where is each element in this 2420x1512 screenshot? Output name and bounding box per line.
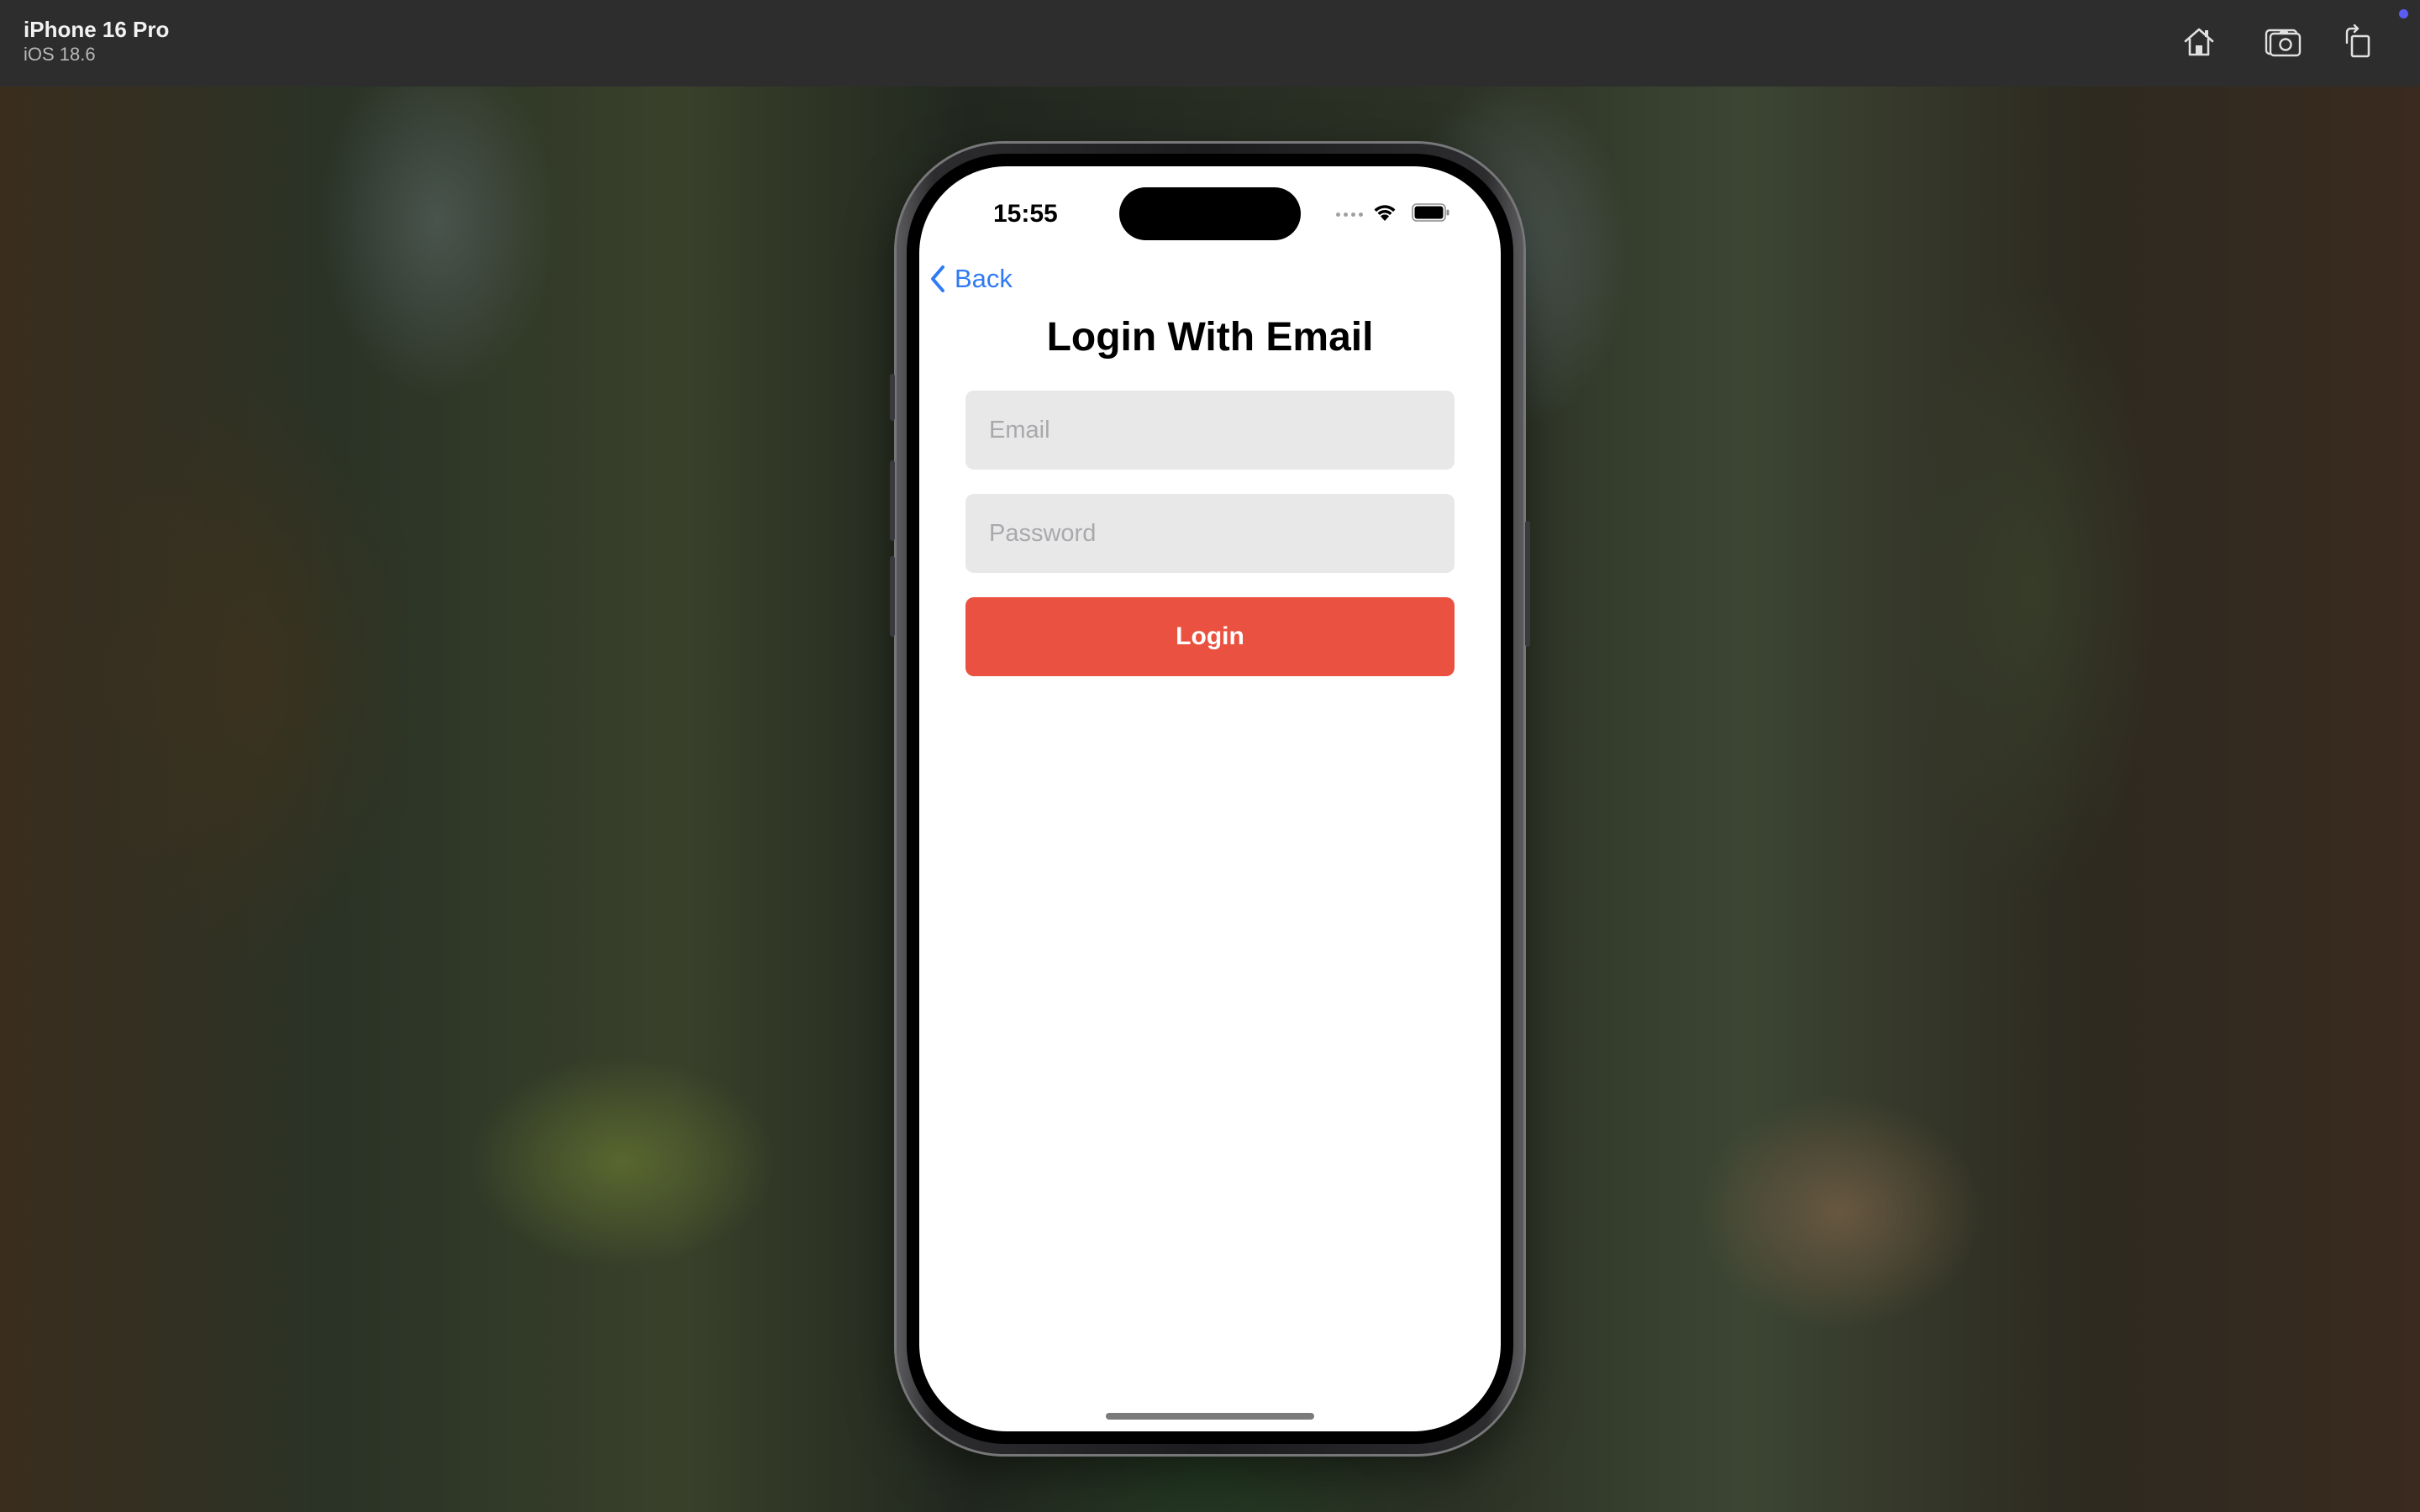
chevron-left-icon [931, 265, 944, 292]
power-button[interactable] [1525, 521, 1530, 647]
page-title: Login With Email [1046, 315, 1374, 360]
rotate-icon [2345, 24, 2370, 58]
home-icon [2184, 28, 2214, 56]
home-button[interactable] [2179, 22, 2219, 62]
home-indicator[interactable] [1106, 1413, 1314, 1420]
simulator-toolbar: iPhone 16 Pro iOS 18.6 [0, 0, 2420, 87]
dynamic-island [1119, 187, 1301, 240]
phone-screen: 15:55 Back Login With Email Login [919, 166, 1501, 1431]
os-version: iOS 18.6 [24, 44, 96, 65]
back-button-label: Back [955, 264, 1013, 293]
status-time: 15:55 [993, 200, 1058, 228]
device-name: iPhone 16 Pro [24, 17, 170, 42]
email-field[interactable] [965, 391, 1455, 470]
volume-up-button[interactable] [890, 460, 895, 541]
volume-down-button[interactable] [890, 556, 895, 637]
battery-icon [1412, 203, 1449, 222]
back-button[interactable]: Back [929, 262, 1013, 296]
login-button[interactable]: Login [965, 597, 1455, 676]
cellular-signal-icon [1336, 213, 1363, 217]
screenshot-button[interactable] [2263, 22, 2303, 62]
notification-dot [2399, 9, 2408, 18]
rotate-button[interactable] [2338, 22, 2379, 62]
action-button[interactable] [890, 374, 895, 421]
password-field[interactable] [965, 494, 1455, 573]
wifi-icon [1374, 205, 1396, 221]
camera-icon [2265, 29, 2302, 57]
